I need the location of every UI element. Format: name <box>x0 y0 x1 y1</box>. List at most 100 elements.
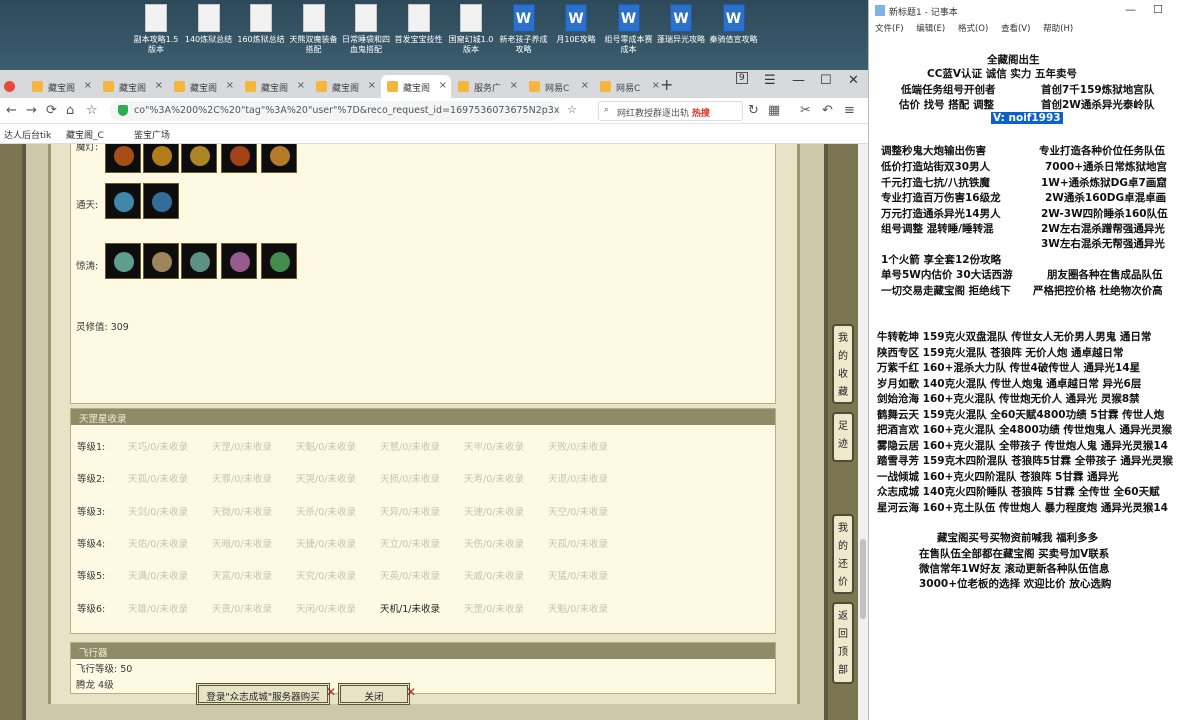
equipment-item[interactable] <box>221 243 257 279</box>
menu-help[interactable]: 帮助(H) <box>1043 24 1073 34</box>
browser-tab[interactable]: 藏宝阁 × <box>239 75 309 98</box>
star-entry: 天佑/0/未收录 <box>128 538 188 550</box>
equipment-item[interactable] <box>261 243 297 279</box>
tab-label: 藏宝阁 <box>119 84 147 94</box>
equipment-item[interactable] <box>105 144 141 173</box>
bookmark-item[interactable]: 达人后台tik <box>4 128 51 141</box>
menu-file[interactable]: 文件(F) <box>875 24 904 34</box>
row-label: 通天: <box>76 200 99 211</box>
desktop-file-icon[interactable]: W 蓬瑞异光攻略 <box>655 4 707 45</box>
notepad-window: 新标题1 - 记事本 — ☐ 文件(F) 编辑(E) 格式(O) 查看(V) 帮… <box>868 0 1186 720</box>
desktop-file-icon[interactable]: 160炼狱总结 <box>235 4 287 45</box>
tab-count-badge[interactable]: 9 <box>736 72 748 84</box>
browser-tab[interactable]: 服务广 × <box>452 75 522 98</box>
side-tab-favorites[interactable]: 我的收藏 <box>832 324 854 404</box>
refresh-icon[interactable]: ↻ <box>748 103 759 118</box>
browser-tab[interactable]: 藏宝阁 × <box>168 75 238 98</box>
scissors-icon[interactable]: ✂ <box>800 103 811 118</box>
text-document-icon <box>145 4 167 32</box>
tab-close-icon[interactable]: × <box>652 80 660 91</box>
browser-tab[interactable]: 藏宝阁 × <box>26 75 96 98</box>
equipment-item[interactable] <box>181 144 217 173</box>
page-scrollbar[interactable] <box>858 144 868 720</box>
desktop-file-label: 蓬瑞异光攻略 <box>657 35 705 44</box>
desktop-file-icon[interactable]: W 组号零成本赛成本 <box>603 4 655 55</box>
desktop-file-icon[interactable]: 140炼狱总结 <box>183 4 235 45</box>
tab-close-icon[interactable]: × <box>439 80 447 91</box>
bookmark-item[interactable]: 鉴宝广场 <box>134 128 170 141</box>
desktop-file-icon[interactable]: W 新老孩子养成攻略 <box>498 4 550 55</box>
equipment-item[interactable] <box>105 243 141 279</box>
back-icon[interactable]: ← <box>6 103 17 118</box>
desktop-file-label: 副本攻略1.5版本 <box>133 35 179 54</box>
tab-close-icon[interactable]: × <box>226 80 234 91</box>
star-entry: 天罡/0/未收录 <box>464 603 524 615</box>
browser-tab[interactable]: 藏宝阁 × <box>310 75 380 98</box>
desktop-file-icon[interactable]: 首发宝宝技性 <box>393 4 445 45</box>
close-button[interactable]: 关闭 <box>338 683 410 705</box>
browser-tab[interactable]: 藏宝阁 × <box>97 75 167 98</box>
reload-icon[interactable]: ⟳ <box>46 103 57 118</box>
notepad-text-area[interactable]: 全藏阁出生 CC蓝V认证 诚信 实力 五年卖号 低端任务组号开创者 首创7千159炼狱… <box>869 40 1186 720</box>
favorite-icon[interactable]: ☆ <box>567 103 577 116</box>
desktop-file-icon[interactable]: 副本攻略1.5版本 <box>130 4 182 55</box>
bookmark-star-icon[interactable]: ☆ <box>86 103 98 118</box>
desktop-file-icon[interactable]: W 月10E攻略 <box>550 4 602 45</box>
equipment-item[interactable] <box>143 183 179 219</box>
more-menu-icon[interactable]: ≡ <box>844 103 855 118</box>
star-entry: 天魁/0/未收录 <box>548 603 608 615</box>
scrollbar-thumb[interactable] <box>860 539 866 619</box>
equipment-item[interactable] <box>261 144 297 173</box>
tab-close-icon[interactable]: × <box>297 80 305 91</box>
row-label: 惊涛: <box>76 261 99 272</box>
menu-edit[interactable]: 编辑(E) <box>916 24 945 34</box>
close-window-button[interactable]: ✕ <box>848 73 859 88</box>
side-tab-footprints[interactable]: 足迹 <box>832 412 854 462</box>
browser-logo-icon[interactable] <box>0 75 22 98</box>
desktop-file-icon[interactable]: W 秦骑值宣攻略 <box>708 4 760 45</box>
browser-tab[interactable]: 藏宝阁 × <box>381 75 451 98</box>
row-label: 魔灯: <box>76 144 99 153</box>
notepad-line: 千元打造七抗/八抗铁魔 <box>881 177 990 189</box>
apps-icon[interactable]: ▦ <box>768 103 780 118</box>
star-entry: 天满/0/未收录 <box>128 571 188 583</box>
bookmark-item[interactable]: 藏宝阁_C <box>66 128 104 141</box>
address-bar[interactable]: co"%3A%200%2C%20"tag"%3A%20"user"%7D&rec… <box>110 101 560 121</box>
side-tab-back-to-top[interactable]: 返回顶部 <box>832 602 854 684</box>
desktop-file-label: 秦骑值宣攻略 <box>709 35 758 44</box>
browser-tab[interactable]: 网易C × <box>523 75 593 98</box>
equipment-item[interactable] <box>105 183 141 219</box>
login-purchase-button[interactable]: 登录"众志成城"服务器购买 <box>196 683 330 705</box>
equipment-item[interactable] <box>221 144 257 173</box>
new-tab-button[interactable]: + <box>660 75 673 94</box>
menu-format[interactable]: 格式(O) <box>958 24 988 34</box>
tab-close-icon[interactable]: × <box>155 80 163 91</box>
star-entry: 天慧/0/未收录 <box>380 442 440 453</box>
menu-view[interactable]: 查看(V) <box>1001 24 1030 34</box>
desktop-file-icon[interactable]: 天熊双魔装备搭配 <box>288 4 340 55</box>
desktop-file-icon[interactable]: 日常睡袋和四血鬼搭配 <box>340 4 392 55</box>
equipment-panel: 魔灯: 通天: 惊涛: 灵修值: 309 <box>70 144 776 404</box>
tab-close-icon[interactable]: × <box>368 80 376 91</box>
undo-icon[interactable]: ↶ <box>822 103 833 118</box>
equipment-item[interactable] <box>181 243 217 279</box>
desktop-file-icon[interactable]: 国窟幻城1.0版本 <box>445 4 497 55</box>
maximize-button[interactable]: ☐ <box>820 73 832 88</box>
hot-search-badge[interactable]: 热搜 <box>692 109 710 119</box>
menu-icon[interactable]: ☰ <box>764 73 776 88</box>
minimize-button[interactable]: — <box>1125 3 1136 16</box>
forward-icon[interactable]: → <box>26 103 37 118</box>
minimize-button[interactable]: — <box>792 73 805 88</box>
notepad-line: 1个火箭 享全套12份攻略 <box>881 254 1002 266</box>
maximize-button[interactable]: ☐ <box>1153 3 1163 16</box>
home-icon[interactable]: ⌂ <box>66 103 74 118</box>
tab-close-icon[interactable]: × <box>581 80 589 91</box>
equipment-item[interactable] <box>143 144 179 173</box>
tab-close-icon[interactable]: × <box>510 80 518 91</box>
side-tab-bargain[interactable]: 我的还价 <box>832 514 854 594</box>
tab-close-icon[interactable]: × <box>84 80 92 91</box>
search-input[interactable]: ⌕ 网红教授群逐出轨 热搜 <box>598 101 743 121</box>
equipment-item[interactable] <box>143 243 179 279</box>
notepad-line: 低端任务组号开创者 <box>901 84 996 96</box>
browser-tab[interactable]: 网易C × <box>594 75 664 98</box>
